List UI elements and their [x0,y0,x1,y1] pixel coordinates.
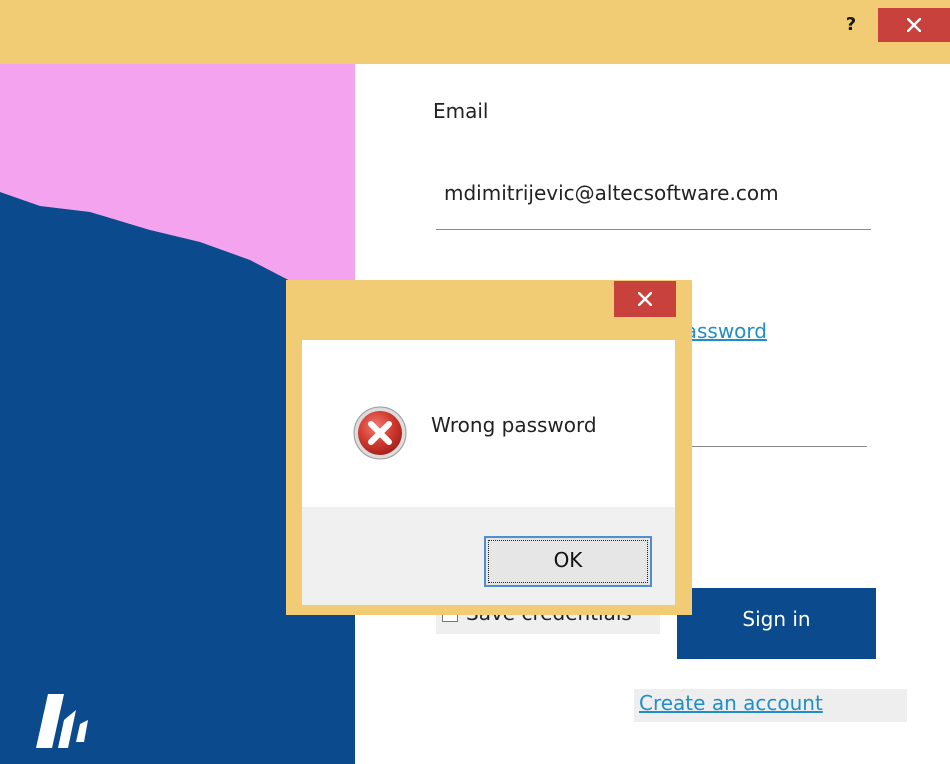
email-label: Email [433,99,489,123]
dialog-content: Wrong password [302,340,675,507]
dialog-message: Wrong password [431,413,597,437]
create-account-link[interactable]: Create an account [639,691,823,715]
close-icon [907,18,921,32]
ok-button-label: OK [488,540,648,583]
close-icon [638,292,652,306]
error-icon [353,406,407,460]
sign-in-button[interactable]: Sign in [677,588,876,659]
window-close-button[interactable] [878,8,950,42]
help-button[interactable]: ? [836,10,866,40]
window-title-bar: ? [0,0,950,64]
dialog-close-button[interactable] [614,281,676,317]
email-field[interactable]: mdimitrijevic@altecsoftware.com [444,181,779,205]
email-field-underline [436,229,871,230]
app-logo [36,694,88,748]
ok-button[interactable]: OK [484,536,652,587]
dialog-footer: OK [302,507,675,605]
error-dialog: Wrong password OK [286,280,692,615]
